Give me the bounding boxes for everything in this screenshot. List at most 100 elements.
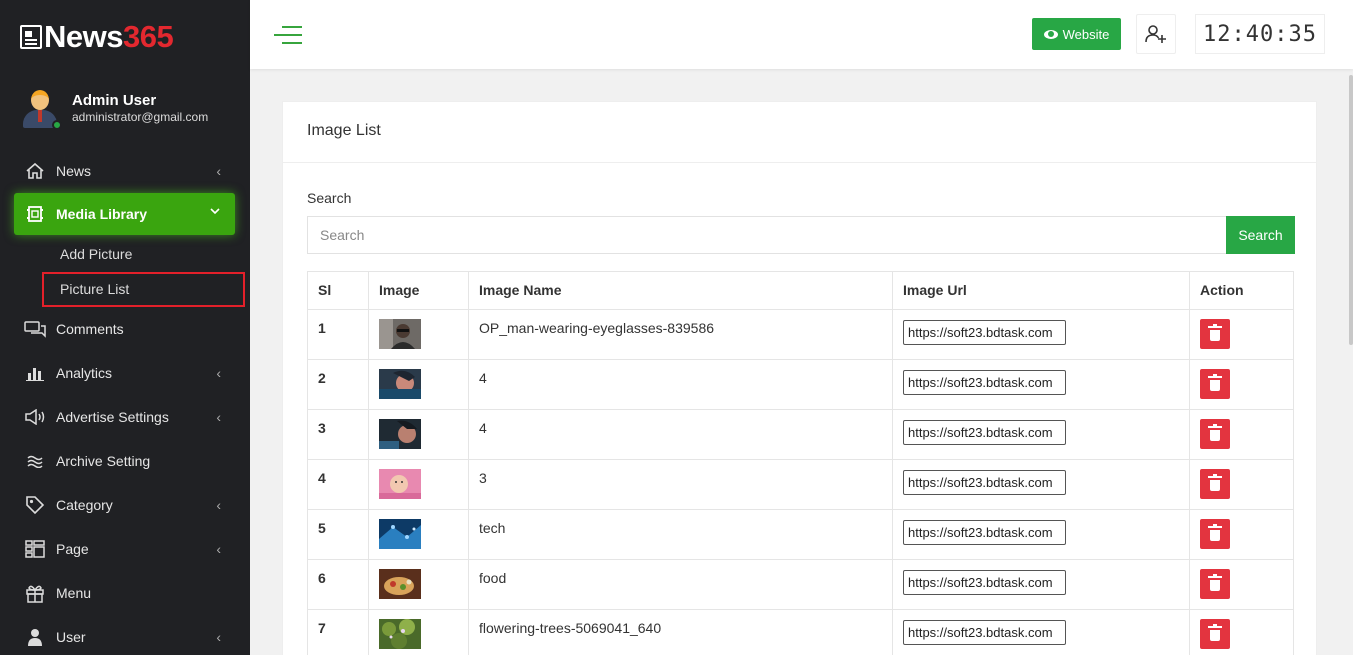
analytics-icon bbox=[24, 362, 46, 384]
sidebar-item-user[interactable]: User ‹ bbox=[14, 616, 235, 655]
table-row: 4 3 bbox=[307, 459, 1294, 510]
digital-clock: 12:40:35 bbox=[1195, 14, 1325, 54]
user-profile: Admin User administrator@gmail.com bbox=[22, 88, 209, 130]
sidebar-item-archive-setting[interactable]: Archive Setting bbox=[14, 440, 235, 482]
page-scrollbar[interactable] bbox=[1349, 75, 1353, 345]
trash-icon bbox=[1208, 574, 1222, 591]
row-sl: 3 bbox=[307, 409, 369, 460]
sidebar-item-media-library[interactable]: Media Library bbox=[14, 193, 235, 235]
add-user-button[interactable] bbox=[1136, 14, 1176, 54]
image-url-field[interactable] bbox=[903, 420, 1066, 445]
column-header-image: Image bbox=[368, 271, 469, 310]
delete-button[interactable] bbox=[1200, 419, 1230, 449]
sidebar-item-category[interactable]: Category ‹ bbox=[14, 484, 235, 526]
comments-icon bbox=[24, 318, 46, 340]
chevron-left-icon: ‹ bbox=[216, 163, 221, 179]
thumbnail-image[interactable] bbox=[379, 519, 421, 549]
table-row: 3 4 bbox=[307, 409, 1294, 460]
home-icon bbox=[24, 160, 46, 182]
brand-name: News365 bbox=[44, 19, 174, 54]
chevron-left-icon: ‹ bbox=[216, 365, 221, 381]
delete-button[interactable] bbox=[1200, 619, 1230, 649]
megaphone-icon bbox=[24, 406, 46, 428]
brand-logo[interactable]: News365 bbox=[20, 18, 174, 56]
row-image-name: 4 bbox=[468, 409, 893, 460]
submenu-picture-list[interactable]: Picture List bbox=[60, 281, 129, 297]
thumbnail-image[interactable] bbox=[379, 319, 421, 349]
trash-icon bbox=[1208, 524, 1222, 541]
trash-icon bbox=[1208, 374, 1222, 391]
search-input[interactable] bbox=[307, 216, 1227, 254]
image-url-field[interactable] bbox=[903, 320, 1066, 345]
gift-icon bbox=[24, 582, 46, 604]
row-image-name: OP_man-wearing-eyeglasses-839586 bbox=[468, 309, 893, 360]
row-sl: 7 bbox=[307, 609, 369, 655]
online-status-icon bbox=[52, 120, 62, 130]
table-row: 5 tech bbox=[307, 509, 1294, 560]
row-image-name: flowering-trees-5069041_640 bbox=[468, 609, 893, 655]
row-sl: 6 bbox=[307, 559, 369, 610]
row-sl: 1 bbox=[307, 309, 369, 360]
sidebar-item-page[interactable]: Page ‹ bbox=[14, 528, 235, 570]
image-url-field[interactable] bbox=[903, 620, 1066, 645]
thumbnail-image[interactable] bbox=[379, 619, 421, 649]
sidebar: News365 Admin User administrator@gmail.c… bbox=[0, 0, 250, 655]
sidebar-item-menu[interactable]: Menu bbox=[14, 572, 235, 614]
delete-button[interactable] bbox=[1200, 319, 1230, 349]
website-button[interactable]: Website bbox=[1032, 18, 1121, 50]
thumbnail-image[interactable] bbox=[379, 569, 421, 599]
trash-icon bbox=[1208, 324, 1222, 341]
media-icon bbox=[24, 203, 46, 225]
image-url-field[interactable] bbox=[903, 570, 1066, 595]
archive-icon bbox=[24, 450, 46, 472]
column-header-image-name: Image Name bbox=[468, 271, 893, 310]
row-sl: 5 bbox=[307, 509, 369, 560]
top-bar: Website 12:40:35 bbox=[250, 0, 1353, 69]
delete-button[interactable] bbox=[1200, 469, 1230, 499]
add-user-icon bbox=[1145, 25, 1166, 43]
submenu-add-picture[interactable]: Add Picture bbox=[60, 246, 132, 262]
user-name: Admin User bbox=[72, 92, 157, 109]
avatar bbox=[22, 88, 62, 130]
table-row: 7 flowering-trees-5069041_640 bbox=[307, 609, 1294, 655]
delete-button[interactable] bbox=[1200, 569, 1230, 599]
sidebar-item-advertise-settings[interactable]: Advertise Settings ‹ bbox=[14, 396, 235, 438]
sidebar-item-analytics[interactable]: Analytics ‹ bbox=[14, 352, 235, 394]
user-email: administrator@gmail.com bbox=[72, 110, 209, 124]
chevron-left-icon: ‹ bbox=[216, 541, 221, 557]
image-url-field[interactable] bbox=[903, 470, 1066, 495]
row-image-name: tech bbox=[468, 509, 893, 560]
column-header-sl: Sl bbox=[307, 271, 369, 310]
card-title: Image List bbox=[283, 102, 1316, 163]
thumbnail-image[interactable] bbox=[379, 469, 421, 499]
trash-icon bbox=[1208, 474, 1222, 491]
chevron-left-icon: ‹ bbox=[216, 409, 221, 425]
image-url-field[interactable] bbox=[903, 370, 1066, 395]
sidebar-item-comments[interactable]: Comments bbox=[14, 308, 235, 350]
chevron-left-icon: ‹ bbox=[216, 629, 221, 645]
chevron-down-icon bbox=[209, 204, 221, 220]
thumbnail-image[interactable] bbox=[379, 419, 421, 449]
row-image-name: 4 bbox=[468, 359, 893, 410]
column-header-action: Action bbox=[1189, 271, 1294, 310]
hamburger-menu-icon[interactable] bbox=[274, 26, 302, 44]
sidebar-item-news[interactable]: News ‹ bbox=[14, 150, 235, 192]
image-table: Sl Image Image Name Image Url Action 1 O… bbox=[307, 271, 1294, 655]
row-image-name: food bbox=[468, 559, 893, 610]
page-icon bbox=[24, 538, 46, 560]
table-row: 6 food bbox=[307, 559, 1294, 610]
delete-button[interactable] bbox=[1200, 519, 1230, 549]
column-header-image-url: Image Url bbox=[892, 271, 1190, 310]
delete-button[interactable] bbox=[1200, 369, 1230, 399]
search-label: Search bbox=[307, 190, 352, 206]
table-row: 1 OP_man-wearing-eyeglasses-839586 bbox=[307, 309, 1294, 360]
user-icon bbox=[24, 626, 46, 648]
row-sl: 2 bbox=[307, 359, 369, 410]
newspaper-icon bbox=[20, 25, 42, 49]
image-url-field[interactable] bbox=[903, 520, 1066, 545]
chevron-left-icon: ‹ bbox=[216, 497, 221, 513]
thumbnail-image[interactable] bbox=[379, 369, 421, 399]
search-button[interactable]: Search bbox=[1226, 216, 1295, 254]
row-image-name: 3 bbox=[468, 459, 893, 510]
row-sl: 4 bbox=[307, 459, 369, 510]
